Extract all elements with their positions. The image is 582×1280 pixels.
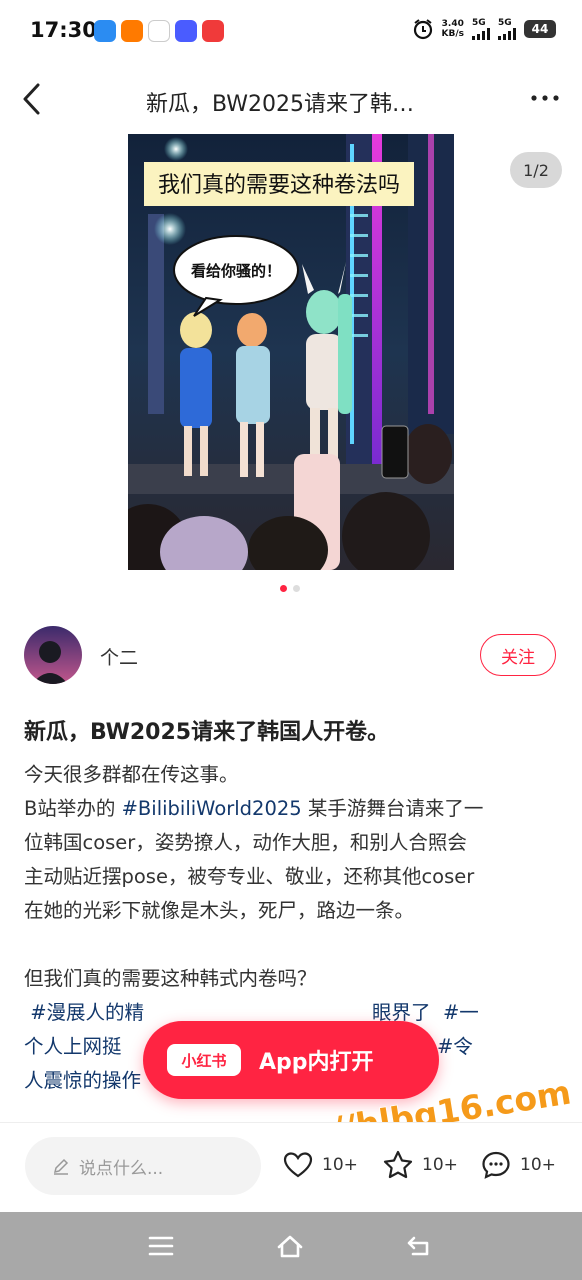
author-name[interactable]: 个二: [100, 643, 138, 670]
follow-button[interactable]: 关注: [480, 634, 556, 676]
app-notification-icon: [121, 20, 143, 42]
cosplay-stage-photo: 我们真的需要这种卷法吗 看给你骚的！: [128, 134, 454, 570]
chevron-left-icon[interactable]: [18, 82, 48, 116]
post-image[interactable]: 我们真的需要这种卷法吗 看给你骚的！: [128, 134, 454, 570]
status-time: 17:30: [30, 18, 97, 42]
comment-count: 10+: [520, 1155, 556, 1175]
hashtag-link[interactable]: 人震惊的操作: [24, 1069, 141, 1092]
home-icon[interactable]: [275, 1232, 305, 1260]
star-icon: [383, 1150, 413, 1179]
signal-bars-icon: [498, 28, 516, 40]
battery-indicator: 44: [524, 20, 556, 38]
image-banner-text: 我们真的需要这种卷法吗: [158, 173, 400, 198]
pencil-icon: [53, 1158, 69, 1175]
alarm-icon: [413, 19, 432, 40]
post-text: B站举办的: [24, 797, 122, 820]
network-speed: 3.40 KB/s: [442, 19, 464, 39]
nav-header: 新瓜，BW2025请来了韩…: [0, 70, 582, 130]
post-line: 但我们真的需要这种韩式内卷吗？: [24, 967, 317, 990]
xiaohongshu-logo: 小红书: [167, 1044, 241, 1076]
image-counter: 1/2: [510, 152, 562, 188]
signal-bars-icon: [472, 28, 490, 40]
post-line: 在她的光彩下就像是木头，死尸，路边一条。: [24, 899, 415, 922]
favorite-count: 10+: [422, 1155, 458, 1175]
post-line: 主动贴近摆pose，被夸专业、敬业，还称其他coser: [24, 865, 475, 888]
like-count: 10+: [322, 1155, 358, 1175]
more-dots-icon[interactable]: [530, 88, 560, 108]
signal-2-label: 5G: [498, 18, 512, 28]
hashtag-link[interactable]: #漫展人的精: [30, 1001, 144, 1024]
signal-1-label: 5G: [472, 18, 486, 28]
post-title: 新瓜，BW2025请来了韩国人开卷。: [24, 720, 390, 745]
hashtag-link[interactable]: #一: [443, 1001, 479, 1024]
post-text: 某手游舞台请来了一: [301, 797, 484, 820]
signal-2: 5G: [498, 18, 516, 40]
page-title: 新瓜，BW2025请来了韩…: [146, 92, 415, 117]
comment-input[interactable]: 说点什么...: [25, 1137, 261, 1195]
open-in-app-button[interactable]: 小红书 App内打开: [143, 1021, 439, 1099]
like-button[interactable]: 10+: [282, 1149, 358, 1181]
heart-icon: [283, 1152, 313, 1178]
app-notification-icon: [94, 20, 116, 42]
comment-bubble-icon: [482, 1151, 510, 1179]
pagination-dot-active[interactable]: [280, 585, 287, 592]
hashtag-link[interactable]: #令: [437, 1035, 473, 1058]
speed-unit: KB/s: [441, 29, 464, 39]
comment-placeholder: 说点什么...: [79, 1158, 164, 1179]
bottom-action-bar: 说点什么... 10+ 10+ 10+: [0, 1122, 582, 1213]
avatar[interactable]: [24, 626, 82, 684]
app-notification-icon: [175, 20, 197, 42]
hashtag-link[interactable]: 个人上网挺: [24, 1035, 122, 1058]
system-navigation-bar: [0, 1212, 582, 1280]
post-line: 位韩国coser，姿势撩人，动作大胆，和别人合照会: [24, 831, 467, 854]
speed-value: 3.40: [441, 19, 464, 29]
open-in-app-label: App内打开: [259, 1050, 374, 1075]
pagination-dots: [280, 585, 300, 592]
app-notification-icon: [148, 20, 170, 42]
status-bar: 17:30 3.40 KB/s 5G 5G 44: [0, 0, 582, 64]
menu-icon[interactable]: [146, 1232, 176, 1260]
post-line: 今天很多群都在传这事。: [24, 763, 239, 786]
speech-bubble-text: 看给你骚的！: [191, 262, 281, 280]
back-return-icon[interactable]: [405, 1232, 435, 1260]
app-notification-icon: [202, 20, 224, 42]
pagination-dot[interactable]: [293, 585, 300, 592]
signal-1: 5G: [472, 18, 490, 40]
hashtag-link[interactable]: #BilibiliWorld2025: [122, 797, 302, 820]
favorite-button[interactable]: 10+: [382, 1149, 458, 1181]
avatar-image: [24, 626, 82, 684]
comment-button[interactable]: 10+: [480, 1149, 556, 1181]
post-line: B站举办的 #BilibiliWorld2025 某手游舞台请来了一: [24, 792, 564, 826]
notification-icons: [94, 20, 224, 42]
